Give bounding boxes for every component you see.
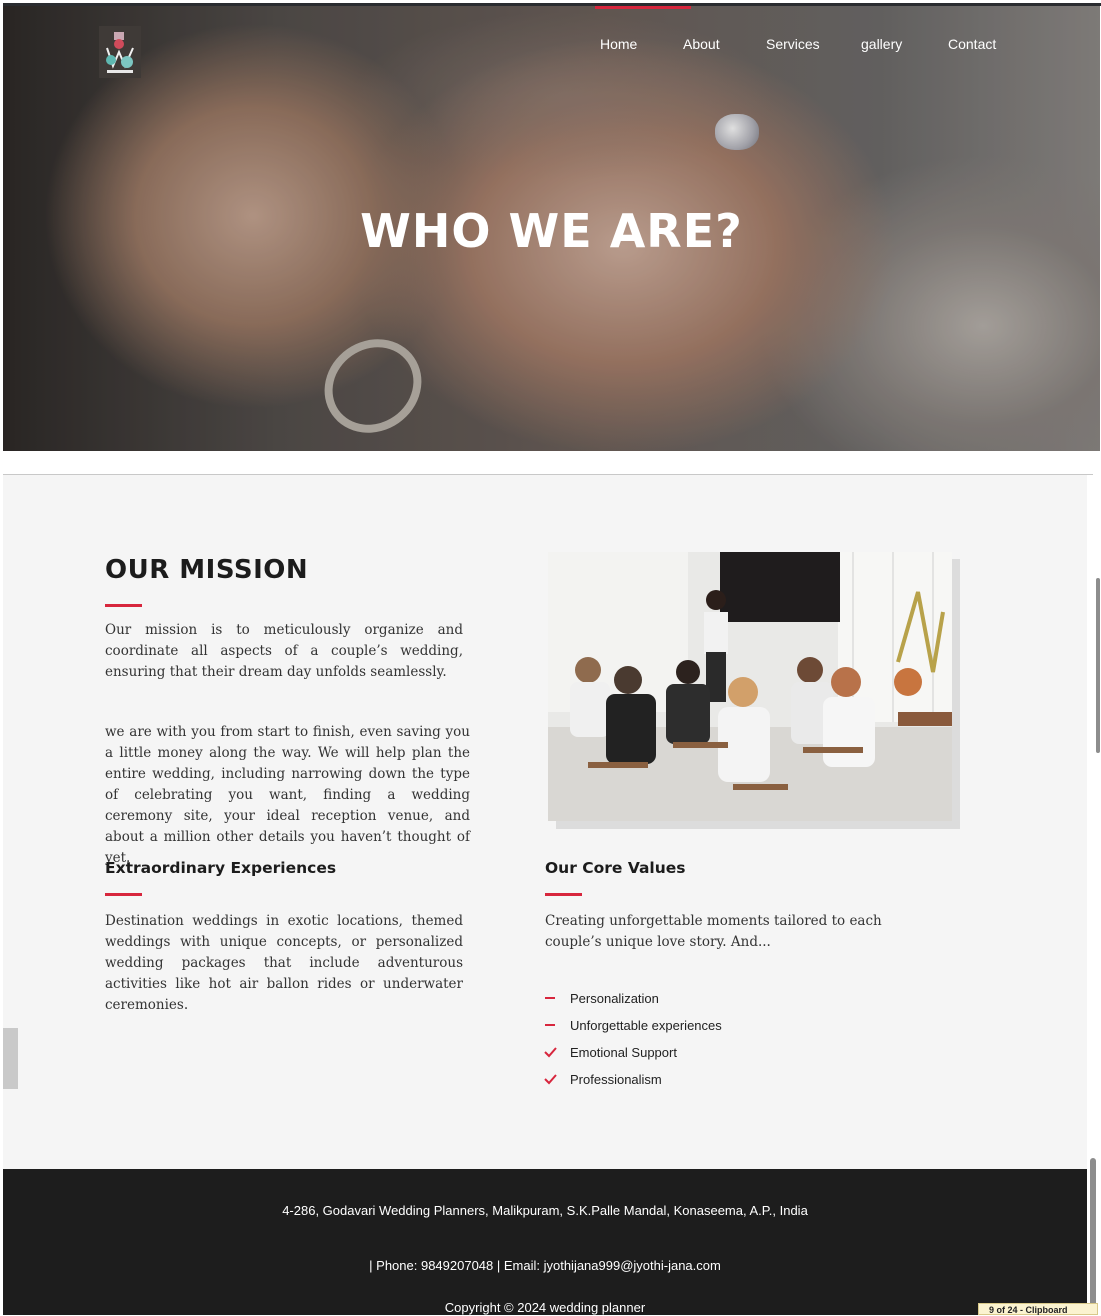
core-values-paragraph: Creating unforgettable moments tailored … bbox=[545, 913, 882, 950]
main-navigation: Home About Services gallery Contact bbox=[3, 28, 1100, 58]
hero-banner: Home About Services gallery Contact WHO … bbox=[3, 6, 1100, 451]
experiences-paragraph: Destination weddings in exotic locations… bbox=[105, 913, 463, 1013]
nav-contact-link[interactable]: Contact bbox=[948, 36, 996, 52]
check-icon bbox=[544, 1047, 557, 1058]
mission-heading: OUR MISSION bbox=[105, 555, 309, 585]
seminar-photo-illustration bbox=[548, 552, 952, 821]
nav-home-link[interactable]: Home bbox=[600, 36, 637, 52]
nav-gallery-link[interactable]: gallery bbox=[861, 36, 902, 52]
site-footer: 4-286, Godavari Wedding Planners, Malikp… bbox=[3, 1169, 1087, 1315]
experiences-heading-underline bbox=[105, 893, 142, 896]
footer-copyright: Copyright © 2024 wedding planner bbox=[444, 1300, 646, 1315]
about-section: OUR MISSION Our mission is to meticulous… bbox=[3, 475, 1087, 1169]
clipboard-badge[interactable]: 9 of 24 - Clipboard bbox=[978, 1303, 1098, 1315]
left-scroll-thumb[interactable] bbox=[3, 1028, 18, 1089]
core-values-heading-underline bbox=[545, 893, 582, 896]
dash-icon bbox=[545, 1024, 555, 1026]
check-icon bbox=[544, 1074, 557, 1085]
hero-title: WHO WE ARE? bbox=[360, 204, 743, 258]
nav-services-link[interactable]: Services bbox=[766, 36, 820, 52]
scrollbar-thumb-lower[interactable] bbox=[1090, 1158, 1096, 1310]
seminar-photo bbox=[548, 552, 952, 821]
experiences-heading: Extraordinary Experiences bbox=[105, 859, 337, 877]
active-nav-indicator bbox=[595, 6, 691, 9]
footer-address: 4-286, Godavari Wedding Planners, Malikp… bbox=[282, 1203, 808, 1218]
list-item-label: Professionalism bbox=[570, 1072, 662, 1087]
mission-paragraph-2: we are with you from start to finish, ev… bbox=[105, 724, 470, 866]
mission-paragraph-1: Our mission is to meticulously organize … bbox=[105, 622, 463, 680]
scrollbar-thumb-upper[interactable] bbox=[1096, 578, 1100, 753]
list-item-label: Emotional Support bbox=[570, 1045, 677, 1060]
footer-contact: | Phone: 9849207048 | Email: jyothijana9… bbox=[369, 1258, 721, 1273]
core-values-heading: Our Core Values bbox=[545, 859, 686, 877]
mission-heading-underline bbox=[105, 604, 142, 607]
list-item-label: Personalization bbox=[570, 991, 659, 1006]
nav-about-link[interactable]: About bbox=[683, 36, 720, 52]
dash-icon bbox=[545, 997, 555, 999]
list-item-label: Unforgettable experiences bbox=[570, 1018, 722, 1033]
